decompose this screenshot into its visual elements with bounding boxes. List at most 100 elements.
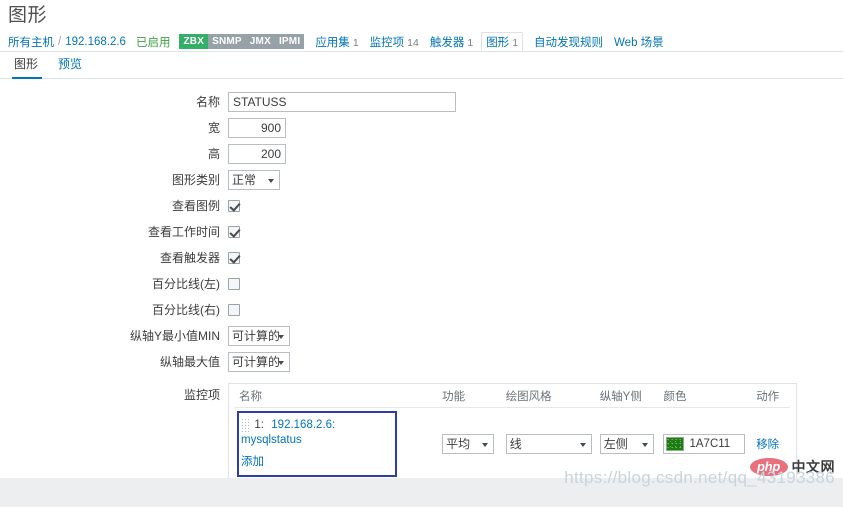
drag-handle-icon[interactable]: [241, 417, 249, 432]
name-input[interactable]: [228, 92, 456, 112]
host-status: 已启用: [135, 36, 171, 49]
column-header-y-axis-side: 纵轴Y侧: [595, 387, 660, 408]
breadcrumb-item-graphs-label: 图形: [486, 36, 510, 49]
label-name: 名称: [195, 95, 220, 109]
y-max-select[interactable]: 可计算的: [228, 352, 290, 372]
breadcrumb-item-web[interactable]: Web 场景: [614, 34, 664, 50]
function-select-wrap: 平均: [442, 433, 495, 454]
breadcrumb-item-applications-label: 应用集: [315, 36, 350, 49]
percentile-right-checkbox[interactable]: [228, 304, 240, 316]
label-y-min: 纵轴Y最小值MIN: [129, 329, 220, 343]
field-row-show-working-time: 查看工作时间: [0, 219, 843, 245]
color-picker-field[interactable]: 1A7C11: [663, 433, 746, 454]
breadcrumb-item-items-label: 监控项: [369, 36, 405, 49]
height-input[interactable]: [228, 144, 286, 164]
function-select[interactable]: 平均: [442, 433, 495, 454]
breadcrumb-separator: /: [58, 35, 62, 48]
breadcrumb-item-applications-count: 1: [352, 36, 359, 49]
color-swatch-icon[interactable]: [666, 436, 685, 451]
tab-bar: 图形 预览: [0, 52, 843, 79]
width-input[interactable]: [228, 118, 286, 138]
column-header-action: 动作: [752, 387, 790, 408]
y-min-select[interactable]: 可计算的: [228, 326, 290, 346]
breadcrumb-item-discovery-label: 自动发现规则: [534, 36, 604, 49]
field-row-percentile-left: 百分比线(左): [0, 271, 843, 297]
field-percentile-right: [228, 304, 240, 316]
graph-form: 名称 宽 高 图形类别 正常: [0, 79, 843, 507]
field-row-graph-type: 图形类别 正常: [0, 167, 843, 193]
item-index: 1:: [254, 419, 264, 431]
field-show-legend: [228, 200, 240, 212]
column-header-draw-style: 绘图风格: [501, 387, 596, 408]
field-name: [228, 92, 456, 112]
item-name-focus-box[interactable]: 1: 192.168.2.6: mysqlstatus 添加: [237, 411, 397, 477]
label-width: 宽: [207, 121, 220, 135]
draw-style-select[interactable]: 线: [505, 433, 592, 454]
remove-item-link[interactable]: 移除: [756, 439, 779, 451]
field-width: [228, 118, 286, 138]
breadcrumb-item-applications[interactable]: 应用集 1: [315, 34, 358, 50]
tag-ipmi[interactable]: IPMI: [274, 34, 305, 49]
items-table: 名称 功能 绘图风格 纵轴Y侧 颜色 动作 1: 192.168.2.6: my…: [235, 387, 790, 480]
graph-type-select[interactable]: 正常: [228, 170, 280, 190]
add-item-link[interactable]: 添加: [241, 453, 264, 469]
tab-graph[interactable]: 图形: [12, 55, 48, 79]
show-triggers-checkbox[interactable]: [228, 252, 240, 264]
breadcrumb-item-web-label: Web 场景: [614, 36, 664, 49]
column-header-name: 名称: [235, 387, 439, 408]
y-min-select-wrap: 可计算的: [228, 326, 290, 346]
field-y-min: 可计算的: [228, 326, 290, 346]
breadcrumb-item-items[interactable]: 监控项 14: [370, 34, 419, 50]
label-height: 高: [207, 147, 220, 161]
breadcrumb-item-items-count: 14: [407, 36, 419, 49]
label-show-triggers: 查看触发器: [159, 251, 220, 265]
field-row-width: 宽: [0, 115, 843, 141]
label-y-max: 纵轴最大值: [159, 355, 220, 369]
y-axis-side-select[interactable]: 左侧: [599, 433, 654, 454]
percentile-left-checkbox[interactable]: [228, 278, 240, 290]
field-height: [228, 144, 286, 164]
breadcrumb-host[interactable]: 192.168.2.6: [65, 36, 126, 48]
field-percentile-left: [228, 278, 240, 290]
breadcrumb-item-triggers-count: 1: [467, 36, 474, 49]
label-percentile-right: 百分比线(右): [152, 303, 220, 317]
host-interface-tags: ZBX SNMP JMX IPMI: [179, 34, 305, 49]
items-table-header-row: 名称 功能 绘图风格 纵轴Y侧 颜色 动作: [235, 387, 790, 408]
breadcrumb-item-triggers-label: 触发器: [429, 36, 465, 49]
draw-style-select-wrap: 线: [505, 433, 592, 454]
field-row-percentile-right: 百分比线(右): [0, 297, 843, 323]
tag-snmp[interactable]: SNMP: [208, 34, 246, 49]
page-title: 图形: [8, 5, 48, 26]
field-row-y-max: 纵轴最大值 可计算的: [0, 349, 843, 375]
label-show-legend: 查看图例: [171, 199, 220, 213]
page-root: 图形 所有主机 / 192.168.2.6 已启用 ZBX SNMP JMX I…: [0, 0, 843, 507]
field-y-max: 可计算的: [228, 352, 290, 372]
breadcrumb-item-graphs[interactable]: 图形 1: [481, 31, 524, 52]
breadcrumb: 所有主机 / 192.168.2.6 已启用 ZBX SNMP JMX IPMI…: [0, 31, 843, 52]
field-show-working-time: [228, 226, 240, 238]
tag-zbx[interactable]: ZBX: [179, 34, 209, 49]
breadcrumb-item-triggers[interactable]: 触发器 1: [430, 34, 473, 50]
label-percentile-left: 百分比线(左): [152, 277, 220, 291]
field-row-show-legend: 查看图例: [0, 193, 843, 219]
breadcrumb-item-discovery[interactable]: 自动发现规则: [534, 34, 603, 50]
column-header-color: 颜色: [659, 387, 753, 408]
label-items: 监控项: [183, 388, 220, 402]
label-show-working-time: 查看工作时间: [147, 225, 220, 239]
tag-jmx[interactable]: JMX: [245, 34, 275, 49]
field-row-y-min: 纵轴Y最小值MIN 可计算的: [0, 323, 843, 349]
field-graph-type: 正常: [228, 170, 280, 190]
show-working-time-checkbox[interactable]: [228, 226, 240, 238]
breadcrumb-all-hosts[interactable]: 所有主机: [8, 34, 54, 50]
field-row-show-triggers: 查看触发器: [0, 245, 843, 271]
watermark-url: https://blog.csdn.net/qq_43193386: [564, 468, 835, 487]
y-max-select-wrap: 可计算的: [228, 352, 290, 372]
breadcrumb-item-graphs-count: 1: [512, 36, 519, 49]
tab-preview[interactable]: 预览: [48, 55, 92, 78]
show-legend-checkbox[interactable]: [228, 200, 240, 212]
graph-type-select-wrap: 正常: [228, 170, 280, 190]
label-graph-type: 图形类别: [171, 173, 220, 187]
items-table-head: 名称 功能 绘图风格 纵轴Y侧 颜色 动作: [235, 387, 790, 408]
column-header-function: 功能: [438, 387, 502, 408]
cell-item-name: 1: 192.168.2.6: mysqlstatus 添加: [235, 408, 438, 480]
